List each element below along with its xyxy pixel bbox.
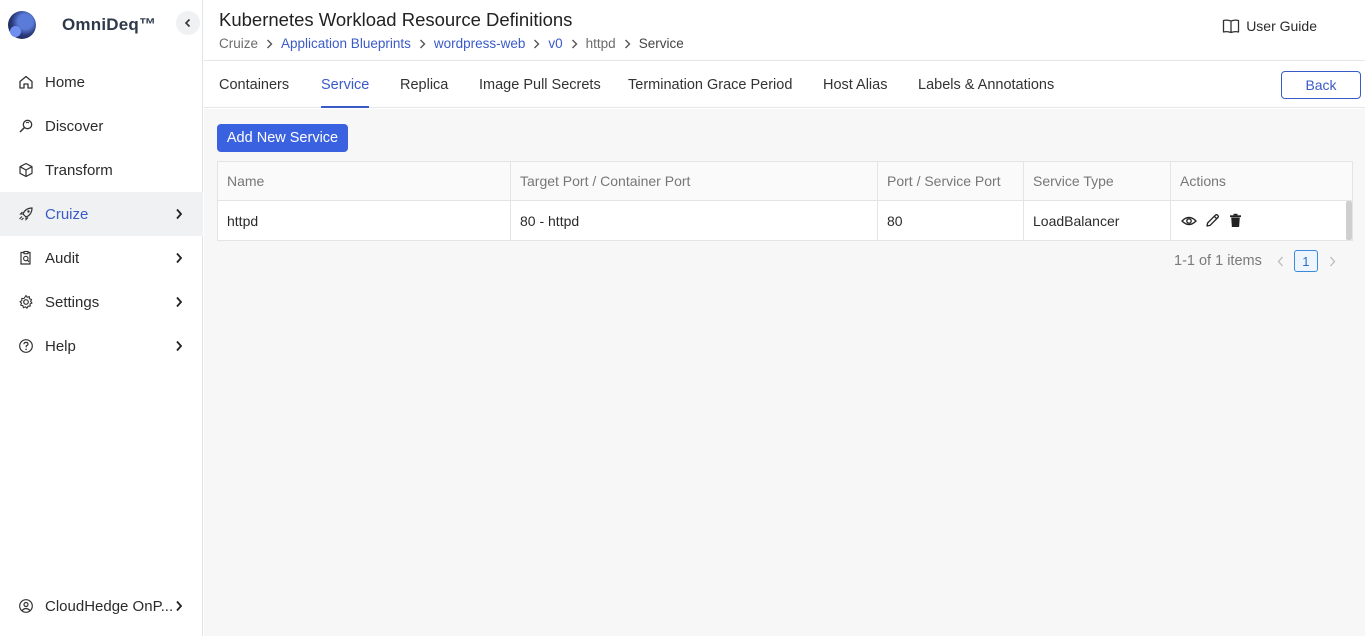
- sidebar-item-label: Settings: [45, 293, 100, 311]
- cell-service-type: LoadBalancer: [1024, 201, 1171, 240]
- sidebar-nav: Home Discover Transform Cruize Audit Set…: [0, 60, 203, 368]
- collapse-sidebar-button[interactable]: [176, 11, 200, 35]
- cell-name: httpd: [218, 201, 511, 240]
- sidebar-item-discover[interactable]: Discover: [0, 104, 203, 148]
- sidebar-account: CloudHedge OnP...: [0, 584, 203, 628]
- sidebar-item-label: Transform: [45, 161, 113, 179]
- sidebar: OmniDeq™ Home Discover Transform Cruize …: [0, 0, 203, 636]
- sidebar-item-label: Cruize: [45, 205, 89, 223]
- book-icon: [1223, 19, 1240, 34]
- account-name: CloudHedge OnP...: [45, 597, 174, 615]
- page-number-button[interactable]: 1: [1293, 250, 1318, 272]
- next-page-icon[interactable]: [1326, 256, 1340, 267]
- tab-service[interactable]: Service: [321, 77, 370, 108]
- sidebar-item-transform[interactable]: Transform: [0, 148, 203, 192]
- chevron-right-icon: [173, 251, 185, 265]
- chevron-right-icon: [173, 599, 185, 613]
- sidebar-item-audit[interactable]: Audit: [0, 236, 203, 280]
- table-header-row: Name Target Port / Container Port Port /…: [218, 162, 1352, 201]
- view-icon[interactable]: [1180, 212, 1198, 230]
- user-circle-icon: [17, 597, 35, 615]
- breadcrumb-separator-icon: [571, 39, 578, 49]
- help-circle-icon: [17, 337, 35, 355]
- clipboard-search-icon: [17, 249, 35, 267]
- service-panel: Add New Service Name Target Port / Conta…: [204, 109, 1365, 636]
- sidebar-item-label: Home: [45, 73, 86, 91]
- cell-target-port: 80 - httpd: [511, 201, 878, 240]
- breadcrumb-item-application-blueprints[interactable]: Application Blueprints: [281, 36, 411, 51]
- breadcrumb-item-cruize: Cruize: [219, 36, 259, 51]
- breadcrumb-separator-icon: [533, 39, 540, 49]
- column-header-name: Name: [218, 162, 511, 200]
- breadcrumb-separator-icon: [419, 39, 426, 49]
- sidebar-item-home[interactable]: Home: [0, 60, 203, 104]
- sidebar-item-cruize[interactable]: Cruize: [0, 192, 203, 236]
- chevron-right-icon: [173, 339, 185, 353]
- sidebar-item-label: Audit: [45, 249, 80, 267]
- gear-icon: [17, 293, 35, 311]
- rocket-icon: [17, 205, 35, 223]
- pagination-summary: 1-1 of 1 items: [1174, 253, 1262, 269]
- breadcrumb: Cruize Application Blueprints wordpress-…: [219, 36, 684, 51]
- breadcrumb-separator-icon: [266, 39, 273, 49]
- chevron-left-icon: [184, 18, 191, 28]
- services-table: Name Target Port / Container Port Port /…: [217, 161, 1353, 241]
- back-button[interactable]: Back: [1281, 71, 1361, 99]
- breadcrumb-item-httpd: httpd: [585, 36, 616, 51]
- omnideq-logo: [8, 11, 36, 39]
- tab-image-pull-secrets[interactable]: Image Pull Secrets: [479, 77, 601, 108]
- sidebar-item-settings[interactable]: Settings: [0, 280, 203, 324]
- delete-icon[interactable]: [1226, 212, 1244, 230]
- tab-containers[interactable]: Containers: [219, 77, 289, 108]
- pagination: 1-1 of 1 items 1: [1174, 250, 1340, 272]
- chevron-right-icon: [173, 207, 185, 221]
- brand-name: OmniDeq™: [62, 15, 157, 34]
- chevron-right-icon: [173, 295, 185, 309]
- cell-actions: [1171, 201, 1352, 240]
- breadcrumb-item-service: Service: [638, 36, 684, 51]
- table-scrollbar[interactable]: [1346, 201, 1352, 240]
- user-guide-link[interactable]: User Guide: [1222, 18, 1317, 34]
- home-icon: [17, 73, 35, 91]
- cube-icon: [17, 161, 35, 179]
- resource-tabs: Containers Service Replica Image Pull Se…: [204, 62, 1365, 108]
- table-row: httpd 80 - httpd 80 LoadBalancer: [218, 201, 1352, 240]
- discover-icon: [17, 117, 35, 135]
- user-guide-label: User Guide: [1246, 18, 1317, 34]
- brand[interactable]: OmniDeq™: [8, 8, 156, 42]
- column-header-target-port: Target Port / Container Port: [511, 162, 878, 200]
- account-menu-item[interactable]: CloudHedge OnP...: [0, 584, 203, 628]
- column-header-actions: Actions: [1180, 173, 1226, 189]
- tab-replica[interactable]: Replica: [400, 77, 448, 108]
- add-new-service-button[interactable]: Add New Service: [217, 124, 348, 152]
- edit-icon[interactable]: [1203, 212, 1221, 230]
- page-header: Kubernetes Workload Resource Definitions…: [204, 0, 1365, 61]
- tab-labels-annotations[interactable]: Labels & Annotations: [918, 77, 1054, 108]
- breadcrumb-item-wordpress-web[interactable]: wordpress-web: [434, 36, 526, 51]
- breadcrumb-item-v0[interactable]: v0: [548, 36, 562, 51]
- breadcrumb-separator-icon: [624, 39, 631, 49]
- sidebar-item-label: Help: [45, 337, 76, 355]
- cell-port: 80: [878, 201, 1024, 240]
- sidebar-item-label: Discover: [45, 117, 104, 135]
- column-header-port: Port / Service Port: [878, 162, 1024, 200]
- sidebar-item-help[interactable]: Help: [0, 324, 203, 368]
- column-header-service-type: Service Type: [1024, 162, 1171, 200]
- tab-termination-grace-period[interactable]: Termination Grace Period: [628, 77, 792, 108]
- tab-host-alias[interactable]: Host Alias: [823, 77, 887, 108]
- previous-page-icon[interactable]: [1274, 256, 1288, 267]
- page-title: Kubernetes Workload Resource Definitions: [219, 9, 573, 30]
